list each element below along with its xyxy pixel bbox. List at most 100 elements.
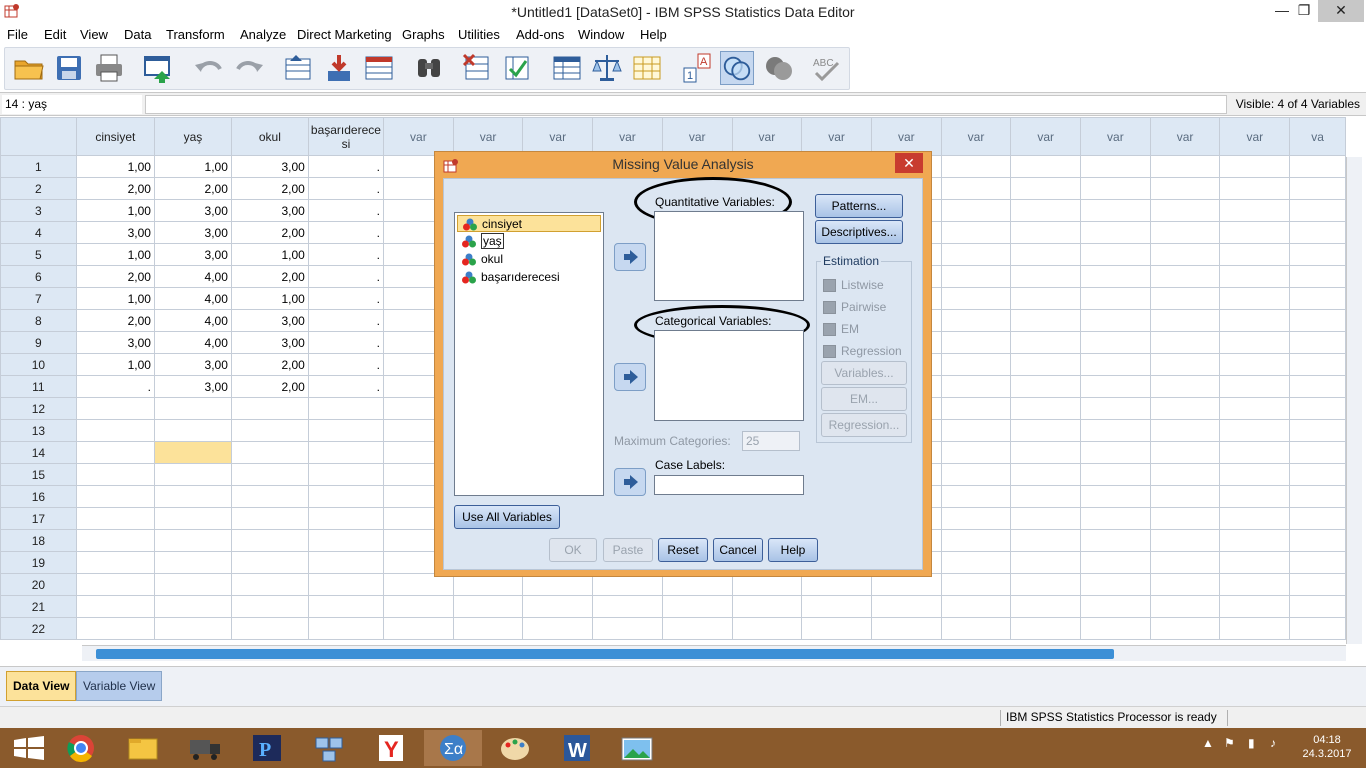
data-cell[interactable] bbox=[1149, 397, 1221, 420]
data-cell[interactable]: 4,00 bbox=[153, 331, 232, 354]
volume-icon[interactable]: ♪ bbox=[1270, 736, 1276, 750]
column-header[interactable]: var bbox=[1080, 117, 1151, 156]
data-cell[interactable] bbox=[153, 397, 232, 420]
data-cell[interactable] bbox=[1219, 485, 1291, 508]
data-cell[interactable]: 1,00 bbox=[75, 353, 155, 376]
data-cell[interactable] bbox=[307, 485, 385, 508]
menu-file[interactable]: File bbox=[7, 27, 28, 42]
go-to-case-icon[interactable] bbox=[282, 51, 316, 85]
data-cell[interactable] bbox=[1289, 353, 1346, 376]
data-cell[interactable] bbox=[230, 617, 309, 640]
data-cell[interactable] bbox=[1219, 287, 1291, 310]
data-cell[interactable]: . bbox=[307, 309, 385, 332]
menu-data[interactable]: Data bbox=[124, 27, 151, 42]
pairwise-checkbox[interactable] bbox=[823, 301, 836, 314]
em-checkbox[interactable] bbox=[823, 323, 836, 336]
spell-check-icon[interactable]: ABC bbox=[810, 51, 844, 85]
data-cell[interactable]: 3,00 bbox=[153, 221, 232, 244]
data-cell[interactable] bbox=[1010, 595, 1082, 618]
data-cell[interactable] bbox=[153, 419, 232, 442]
data-cell[interactable] bbox=[1010, 573, 1082, 596]
data-cell[interactable]: . bbox=[307, 287, 385, 310]
chrome-icon[interactable] bbox=[52, 730, 110, 766]
estimation-em-button[interactable]: EM... bbox=[821, 387, 907, 411]
menu-window[interactable]: Window bbox=[578, 27, 624, 42]
column-header[interactable]: var bbox=[383, 117, 454, 156]
data-cell[interactable] bbox=[1219, 551, 1291, 574]
data-cell[interactable] bbox=[1149, 199, 1221, 222]
data-cell[interactable] bbox=[230, 551, 309, 574]
data-cell[interactable] bbox=[940, 287, 1012, 310]
column-header[interactable]: var bbox=[592, 117, 663, 156]
patterns-button[interactable]: Patterns... bbox=[815, 194, 903, 218]
data-cell[interactable]: . bbox=[307, 243, 385, 266]
data-cell[interactable] bbox=[1010, 309, 1082, 332]
column-header[interactable]: var bbox=[1010, 117, 1082, 156]
menu-edit[interactable]: Edit bbox=[44, 27, 66, 42]
data-cell[interactable] bbox=[1219, 463, 1291, 486]
data-cell[interactable] bbox=[1149, 309, 1221, 332]
data-cell[interactable] bbox=[1219, 397, 1291, 420]
data-cell[interactable] bbox=[940, 353, 1012, 376]
menu-add-ons[interactable]: Add-ons bbox=[516, 27, 564, 42]
data-cell[interactable]: 1,00 bbox=[230, 287, 309, 310]
use-variable-sets-icon[interactable] bbox=[720, 51, 754, 85]
column-header[interactable]: var bbox=[661, 117, 733, 156]
data-cell[interactable] bbox=[1080, 595, 1151, 618]
data-cell[interactable] bbox=[1010, 463, 1082, 486]
data-cell[interactable] bbox=[307, 397, 385, 420]
data-cell[interactable] bbox=[940, 507, 1012, 530]
menu-graphs[interactable]: Graphs bbox=[402, 27, 445, 42]
paste-button[interactable]: Paste bbox=[603, 538, 653, 562]
insert-variable-icon[interactable] bbox=[500, 51, 534, 85]
menu-view[interactable]: View bbox=[80, 27, 108, 42]
row-number[interactable]: 16 bbox=[0, 485, 77, 508]
restore-button[interactable]: ❐ bbox=[1286, 0, 1322, 22]
data-cell[interactable] bbox=[1010, 221, 1082, 244]
flag-icon[interactable]: ⚑ bbox=[1224, 736, 1235, 750]
data-cell[interactable]: 2,00 bbox=[230, 221, 309, 244]
listwise-checkbox[interactable] bbox=[823, 279, 836, 292]
data-cell[interactable]: 2,00 bbox=[230, 353, 309, 376]
data-cell[interactable] bbox=[1010, 177, 1082, 200]
data-cell[interactable] bbox=[1149, 419, 1221, 442]
data-cell[interactable] bbox=[1149, 617, 1221, 640]
data-cell[interactable] bbox=[1289, 617, 1346, 640]
data-cell[interactable] bbox=[1219, 419, 1291, 442]
data-cell[interactable] bbox=[1010, 529, 1082, 552]
data-cell[interactable] bbox=[1219, 353, 1291, 376]
select-cases-icon[interactable] bbox=[630, 51, 664, 85]
menu-transform[interactable]: Transform bbox=[166, 27, 225, 42]
data-cell[interactable] bbox=[801, 617, 872, 640]
data-cell[interactable] bbox=[940, 375, 1012, 398]
data-cell[interactable]: 2,00 bbox=[75, 309, 155, 332]
data-cell[interactable] bbox=[1289, 243, 1346, 266]
data-cell[interactable] bbox=[1219, 309, 1291, 332]
data-cell[interactable]: . bbox=[75, 375, 155, 398]
data-cell[interactable] bbox=[1219, 529, 1291, 552]
data-cell[interactable]: . bbox=[307, 221, 385, 244]
data-cell[interactable] bbox=[75, 617, 155, 640]
data-cell[interactable] bbox=[153, 529, 232, 552]
go-to-variable-icon[interactable] bbox=[322, 51, 356, 85]
data-cell[interactable] bbox=[1010, 507, 1082, 530]
data-cell[interactable] bbox=[1010, 353, 1082, 376]
data-cell[interactable] bbox=[153, 485, 232, 508]
data-cell[interactable] bbox=[307, 419, 385, 442]
print-icon[interactable] bbox=[92, 51, 126, 85]
data-cell[interactable] bbox=[307, 507, 385, 530]
data-cell[interactable] bbox=[153, 617, 232, 640]
data-cell[interactable] bbox=[1080, 551, 1151, 574]
data-cell[interactable] bbox=[1219, 155, 1291, 178]
data-cell[interactable] bbox=[230, 595, 309, 618]
data-cell[interactable] bbox=[1289, 463, 1346, 486]
data-cell[interactable] bbox=[661, 595, 733, 618]
column-header[interactable]: var bbox=[870, 117, 942, 156]
data-cell[interactable] bbox=[1149, 353, 1221, 376]
reset-button[interactable]: Reset bbox=[658, 538, 708, 562]
source-variable-list[interactable]: cinsiyet yaş okul başarıderecesi bbox=[454, 212, 604, 496]
data-cell[interactable]: 4,00 bbox=[153, 309, 232, 332]
data-cell[interactable] bbox=[1149, 573, 1221, 596]
row-number[interactable]: 3 bbox=[0, 199, 77, 222]
column-header[interactable]: yaş bbox=[153, 117, 232, 156]
